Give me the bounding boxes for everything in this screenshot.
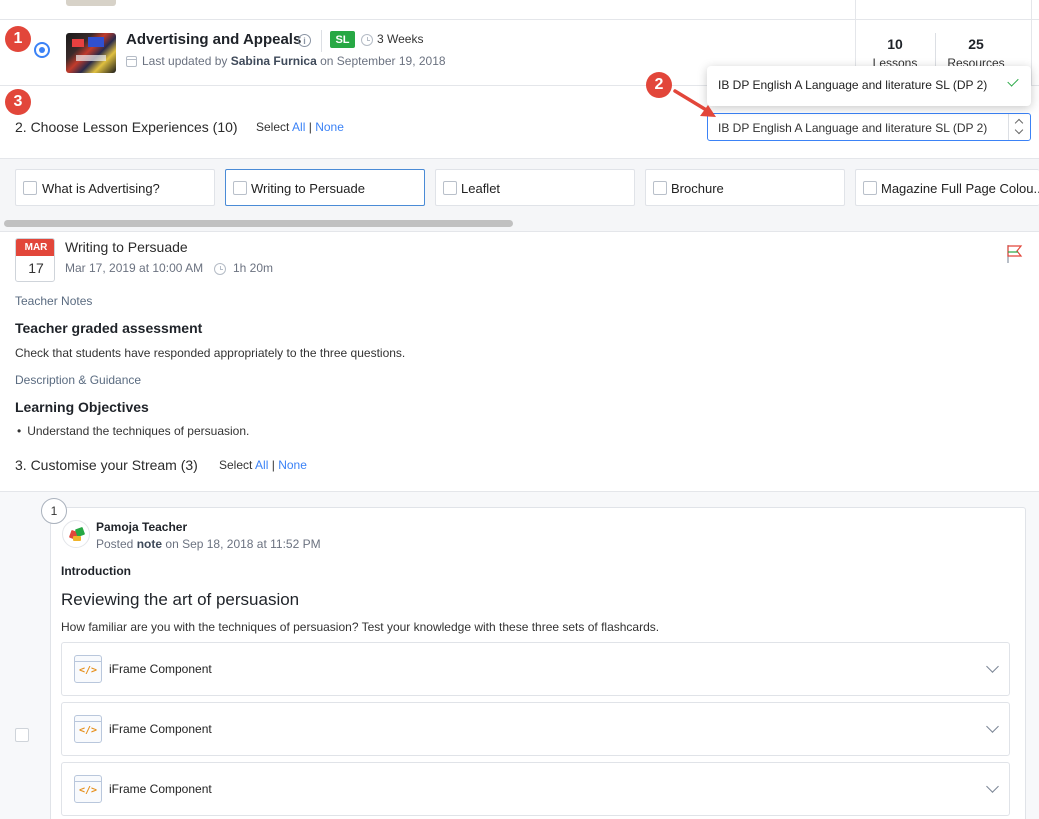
component-label: iFrame Component bbox=[109, 722, 212, 736]
chevron-down-icon[interactable] bbox=[986, 660, 999, 673]
chevron-down-icon[interactable] bbox=[986, 720, 999, 733]
divider bbox=[1031, 20, 1032, 86]
post-title: Reviewing the art of persuasion bbox=[61, 590, 300, 609]
code-icon: </> bbox=[74, 715, 102, 743]
assessment-title: Teacher graded assessment bbox=[15, 320, 203, 336]
avatar bbox=[62, 520, 90, 548]
poster-name: Pamoja Teacher bbox=[96, 520, 188, 534]
stream-title: 3. Customise your Stream (3) bbox=[15, 457, 198, 473]
divider bbox=[935, 33, 936, 67]
updated-prefix: Last updated by bbox=[142, 54, 228, 68]
lesson-checkbox[interactable] bbox=[443, 181, 457, 195]
updated-on: on September 19, 2018 bbox=[320, 54, 446, 68]
lesson-day: 17 bbox=[28, 260, 44, 276]
updated-by: Sabina Furnica bbox=[230, 54, 317, 68]
calendar-icon bbox=[126, 56, 137, 67]
clock-icon bbox=[361, 34, 373, 46]
stream-select-links: Select All | None bbox=[219, 458, 307, 472]
red-arrow-icon bbox=[673, 89, 716, 117]
lesson-card[interactable]: Magazine Full Page Colou... bbox=[855, 169, 1039, 206]
lesson-card[interactable]: What is Advertising? bbox=[15, 169, 215, 206]
iframe-component-row[interactable]: </> iFrame Component bbox=[61, 762, 1010, 816]
lesson-card-label: Magazine Full Page Colou... bbox=[881, 181, 1039, 196]
lesson-duration: 1h 20m bbox=[233, 261, 274, 275]
lesson-checkbox[interactable] bbox=[653, 181, 667, 195]
select-none-link[interactable]: None bbox=[315, 120, 344, 134]
course-select[interactable]: IB DP English A Language and literature … bbox=[707, 113, 1031, 141]
lesson-card-label: What is Advertising? bbox=[42, 181, 160, 196]
lesson-date-badge: MAR 17 bbox=[15, 238, 55, 282]
objective-text: Understand the techniques of persuasion. bbox=[27, 424, 250, 438]
previous-unit-row bbox=[0, 0, 1039, 20]
level-badge: SL bbox=[330, 31, 355, 48]
lesson-checkbox[interactable] bbox=[23, 181, 37, 195]
lessons-count: 10 bbox=[887, 36, 903, 52]
post-description: How familiar are you with the techniques… bbox=[61, 620, 660, 634]
code-icon: </> bbox=[74, 655, 102, 683]
divider bbox=[321, 30, 322, 52]
code-icon: </> bbox=[74, 775, 102, 803]
clock-icon bbox=[214, 263, 226, 275]
course-dropdown-menu: IB DP English A Language and literature … bbox=[707, 66, 1031, 106]
planner-page: Advertising and Appeals i SL 3 Weeks Las… bbox=[0, 0, 1039, 819]
component-label: iFrame Component bbox=[109, 782, 212, 796]
lesson-card[interactable]: Leaflet bbox=[435, 169, 635, 206]
objective-item: • Understand the techniques of persuasion… bbox=[17, 424, 250, 438]
step-number: 1 bbox=[41, 498, 67, 524]
divider bbox=[855, 0, 856, 20]
section-label: Introduction bbox=[61, 564, 131, 578]
course-select-value: IB DP English A Language and literature … bbox=[718, 121, 988, 135]
lesson-month: MAR bbox=[16, 239, 54, 256]
lesson-card-label: Leaflet bbox=[461, 181, 501, 196]
divider bbox=[1031, 0, 1032, 20]
select-none-link[interactable]: None bbox=[278, 458, 307, 472]
unit-title[interactable]: Advertising and Appeals bbox=[126, 31, 301, 48]
lesson-card[interactable]: Brochure bbox=[645, 169, 845, 206]
chevron-down-icon[interactable] bbox=[986, 780, 999, 793]
lesson-card[interactable]: Writing to Persuade bbox=[225, 169, 425, 206]
assessment-text: Check that students have responded appro… bbox=[15, 346, 406, 360]
posted-meta: Posted note on Sep 18, 2018 at 11:52 PM bbox=[96, 537, 321, 551]
link-separator: | bbox=[308, 120, 312, 134]
dropdown-option[interactable]: IB DP English A Language and literature … bbox=[718, 78, 987, 92]
posted-type: note bbox=[136, 537, 163, 551]
resources-count: 25 bbox=[968, 36, 984, 52]
select-arrows-icon[interactable] bbox=[1008, 114, 1030, 140]
description-label: Description & Guidance bbox=[15, 373, 142, 387]
lesson-title: Writing to Persuade bbox=[65, 239, 188, 255]
iframe-component-row[interactable]: </> iFrame Component bbox=[61, 702, 1010, 756]
unit-duration: 3 Weeks bbox=[377, 32, 424, 46]
unit-radio[interactable] bbox=[34, 42, 50, 58]
component-label: iFrame Component bbox=[109, 662, 212, 676]
annotation-3: 3 bbox=[5, 89, 31, 115]
select-all-link[interactable]: All bbox=[255, 458, 268, 472]
annotation-1: 1 bbox=[5, 26, 31, 52]
lesson-card-label: Writing to Persuade bbox=[251, 181, 365, 196]
select-all-link[interactable]: All bbox=[292, 120, 305, 134]
select-label: Select bbox=[219, 458, 253, 472]
objectives-title: Learning Objectives bbox=[15, 399, 149, 415]
teacher-notes-label: Teacher Notes bbox=[15, 294, 93, 308]
iframe-component-row[interactable]: </> iFrame Component bbox=[61, 642, 1010, 696]
previous-unit-thumbnail bbox=[66, 0, 116, 6]
horizontal-scrollbar[interactable] bbox=[4, 220, 513, 227]
last-updated: Last updated by Sabina Furnica on Septem… bbox=[142, 54, 446, 68]
link-separator: | bbox=[271, 458, 275, 472]
annotation-2: 2 bbox=[646, 72, 672, 98]
unit-thumbnail bbox=[66, 33, 116, 73]
info-icon[interactable]: i bbox=[298, 34, 311, 47]
flag-icon[interactable] bbox=[1006, 244, 1024, 264]
lesson-checkbox[interactable] bbox=[863, 181, 877, 195]
select-label: Select bbox=[256, 120, 290, 134]
lesson-card-label: Brochure bbox=[671, 181, 724, 196]
lesson-datetime: Mar 17, 2019 at 10:00 AM bbox=[65, 261, 204, 275]
lesson-experiences-title: 2. Choose Lesson Experiences (10) bbox=[15, 119, 238, 135]
lesson-checkbox[interactable] bbox=[233, 181, 247, 195]
posted-on: on Sep 18, 2018 at 11:52 PM bbox=[165, 537, 321, 551]
select-links: Select All | None bbox=[256, 120, 344, 134]
posted-prefix: Posted bbox=[96, 537, 134, 551]
stream-item-checkbox[interactable] bbox=[15, 728, 29, 742]
